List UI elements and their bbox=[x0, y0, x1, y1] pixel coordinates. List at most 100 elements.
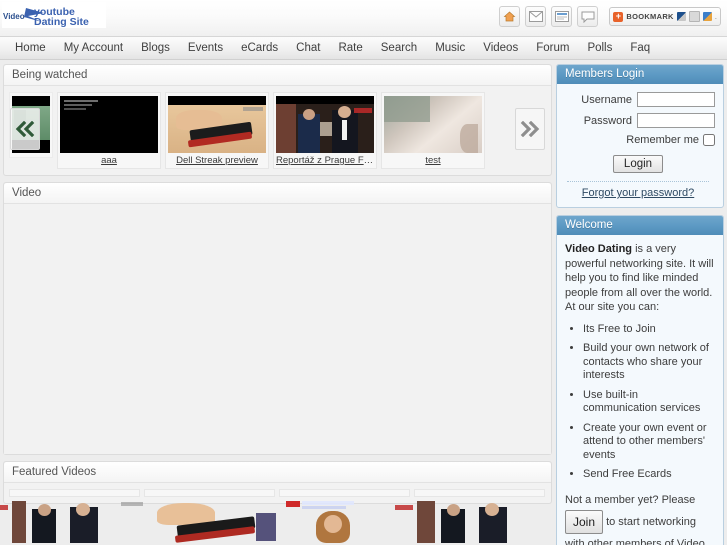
nav-my-account[interactable]: My Account bbox=[55, 37, 132, 59]
username-label: Username bbox=[581, 93, 632, 106]
video-player-area[interactable] bbox=[4, 204, 551, 454]
login-divider bbox=[567, 181, 709, 182]
nav-rate[interactable]: Rate bbox=[329, 37, 371, 59]
svg-text:Dating Site: Dating Site bbox=[34, 16, 89, 28]
thumb-dell-streak-image[interactable] bbox=[168, 96, 266, 153]
benefit-item: Use built-in communication services bbox=[583, 389, 715, 416]
being-watched-body: aaa Dell Streak preview Reportáž z Pragu… bbox=[4, 86, 551, 175]
nav-search[interactable]: Search bbox=[372, 37, 426, 59]
nav-events[interactable]: Events bbox=[179, 37, 232, 59]
site-logo[interactable]: Video youtube Dating Site bbox=[2, 2, 106, 28]
join-invitation: Not a member yet? Please Join to start n… bbox=[565, 490, 715, 545]
username-row: Username bbox=[561, 92, 715, 107]
nav-videos[interactable]: Videos bbox=[474, 37, 527, 59]
benefit-item: Build your own network of contacts who s… bbox=[583, 342, 715, 383]
members-login-panel: Members Login Username Password Remember… bbox=[556, 64, 724, 208]
thumb-dell-streak-preview[interactable]: Dell Streak preview bbox=[165, 92, 269, 169]
thumb-dell-streak-caption[interactable]: Dell Streak preview bbox=[168, 155, 266, 166]
carousel-next-button[interactable] bbox=[515, 108, 545, 150]
login-button-row: Login bbox=[561, 155, 715, 173]
share-icon-more[interactable] bbox=[702, 12, 712, 21]
welcome-panel: Welcome Video Dating is a very powerful … bbox=[556, 215, 724, 545]
welcome-body: Video Dating is a very powerful networki… bbox=[557, 235, 723, 545]
thumb-aaa[interactable]: aaa bbox=[57, 92, 161, 169]
remember-me-checkbox[interactable] bbox=[703, 134, 715, 146]
bookmark-ellipsis[interactable]: . bbox=[715, 12, 717, 21]
remember-row: Remember me bbox=[561, 134, 715, 147]
join-prefix-text: Not a member yet? Please bbox=[565, 493, 696, 506]
nav-ecards[interactable]: eCards bbox=[232, 37, 287, 59]
video-panel: Video bbox=[3, 182, 552, 455]
featured-videos-panel: Featured Videos bbox=[0, 461, 552, 543]
header-icon-bar: + BOOKMARK . bbox=[499, 6, 721, 27]
welcome-intro-paragraph: Video Dating is a very powerful networki… bbox=[565, 242, 715, 315]
main-column: Being watched aaa Dell Streak preview Re… bbox=[0, 64, 552, 545]
nav-polls[interactable]: Polls bbox=[578, 37, 621, 59]
featured-videos-strip bbox=[0, 489, 546, 543]
share-icon-twitter[interactable] bbox=[688, 11, 700, 22]
thumb-aaa-image[interactable] bbox=[60, 96, 158, 153]
password-label: Password bbox=[583, 114, 632, 127]
bookmark-plus-icon: + bbox=[613, 11, 624, 22]
welcome-brand: Video Dating bbox=[565, 243, 633, 255]
share-icon-facebook[interactable] bbox=[676, 12, 686, 21]
welcome-title: Welcome bbox=[557, 216, 723, 235]
nav-faq[interactable]: Faq bbox=[621, 37, 659, 59]
main-navigation: Home My Account Blogs Events eCards Chat… bbox=[0, 37, 727, 60]
chevron-right-icon bbox=[520, 121, 540, 137]
featured-video-1[interactable] bbox=[0, 489, 140, 543]
thumb-test[interactable]: test bbox=[381, 92, 485, 169]
chevron-left-icon bbox=[15, 121, 35, 137]
mail-icon-glyph bbox=[528, 11, 543, 22]
page-body: Being watched aaa Dell Streak preview Re… bbox=[0, 60, 727, 545]
bookmark-label: BOOKMARK bbox=[626, 12, 674, 21]
being-watched-title: Being watched bbox=[4, 65, 551, 86]
thumb-reportaz-image[interactable] bbox=[276, 96, 374, 153]
home-icon[interactable] bbox=[499, 6, 521, 27]
password-input[interactable] bbox=[637, 113, 715, 128]
comment-icon-glyph bbox=[581, 11, 595, 23]
thumb-reportaz-caption[interactable]: Reportáž z Prague Food Festivalu bbox=[276, 155, 374, 166]
join-button[interactable]: Join bbox=[565, 509, 604, 534]
logo-graphic: Video youtube Dating Site bbox=[2, 2, 106, 28]
bookmark-widget[interactable]: + BOOKMARK . bbox=[609, 7, 721, 26]
thumb-reportaz-prague-food-festivalu[interactable]: Reportáž z Prague Food Festivalu bbox=[273, 92, 377, 169]
thumb-aaa-caption[interactable]: aaa bbox=[60, 155, 158, 166]
site-header: Video youtube Dating Site + BOOKMARK . bbox=[0, 0, 727, 37]
featured-video-2[interactable] bbox=[121, 489, 275, 543]
mail-icon[interactable] bbox=[525, 6, 547, 27]
members-login-title: Members Login bbox=[557, 65, 723, 84]
news-icon-glyph bbox=[554, 11, 569, 22]
nav-music[interactable]: Music bbox=[426, 37, 474, 59]
thumb-test-caption[interactable]: test bbox=[384, 155, 482, 166]
video-panel-title: Video bbox=[4, 183, 551, 204]
username-input[interactable] bbox=[637, 92, 715, 107]
benefit-item: Create your own event or attend to other… bbox=[583, 422, 715, 463]
featured-video-4[interactable] bbox=[395, 489, 545, 543]
thumb-test-image[interactable] bbox=[384, 96, 482, 153]
welcome-benefits-list: Its Free to Join Build your own network … bbox=[565, 323, 715, 482]
nav-blogs[interactable]: Blogs bbox=[132, 37, 179, 59]
featured-video-3[interactable] bbox=[256, 489, 410, 543]
remember-label: Remember me bbox=[626, 134, 699, 146]
news-icon[interactable] bbox=[551, 6, 573, 27]
home-icon-glyph bbox=[503, 11, 516, 22]
svg-text:Video: Video bbox=[3, 12, 25, 21]
nav-home[interactable]: Home bbox=[6, 37, 55, 59]
forgot-password-link[interactable]: Forgot your password? bbox=[561, 187, 715, 199]
benefit-item: Send Free Ecards bbox=[583, 468, 715, 482]
members-login-body: Username Password Remember me Login Forg… bbox=[557, 84, 723, 207]
benefit-item: Its Free to Join bbox=[583, 323, 715, 337]
comment-icon[interactable] bbox=[577, 6, 599, 27]
page-root: Video youtube Dating Site + BOOKMARK . H… bbox=[0, 0, 727, 545]
password-row: Password bbox=[561, 113, 715, 128]
nav-chat[interactable]: Chat bbox=[287, 37, 329, 59]
login-button[interactable]: Login bbox=[612, 155, 664, 173]
featured-videos-title: Featured Videos bbox=[4, 462, 551, 483]
featured-videos-body bbox=[0, 483, 551, 543]
carousel-prev-button[interactable] bbox=[10, 108, 40, 150]
being-watched-carousel: aaa Dell Streak preview Reportáž z Pragu… bbox=[9, 92, 546, 169]
being-watched-panel: Being watched aaa Dell Streak preview Re… bbox=[3, 64, 552, 176]
sidebar: Members Login Username Password Remember… bbox=[556, 64, 724, 545]
nav-forum[interactable]: Forum bbox=[527, 37, 578, 59]
